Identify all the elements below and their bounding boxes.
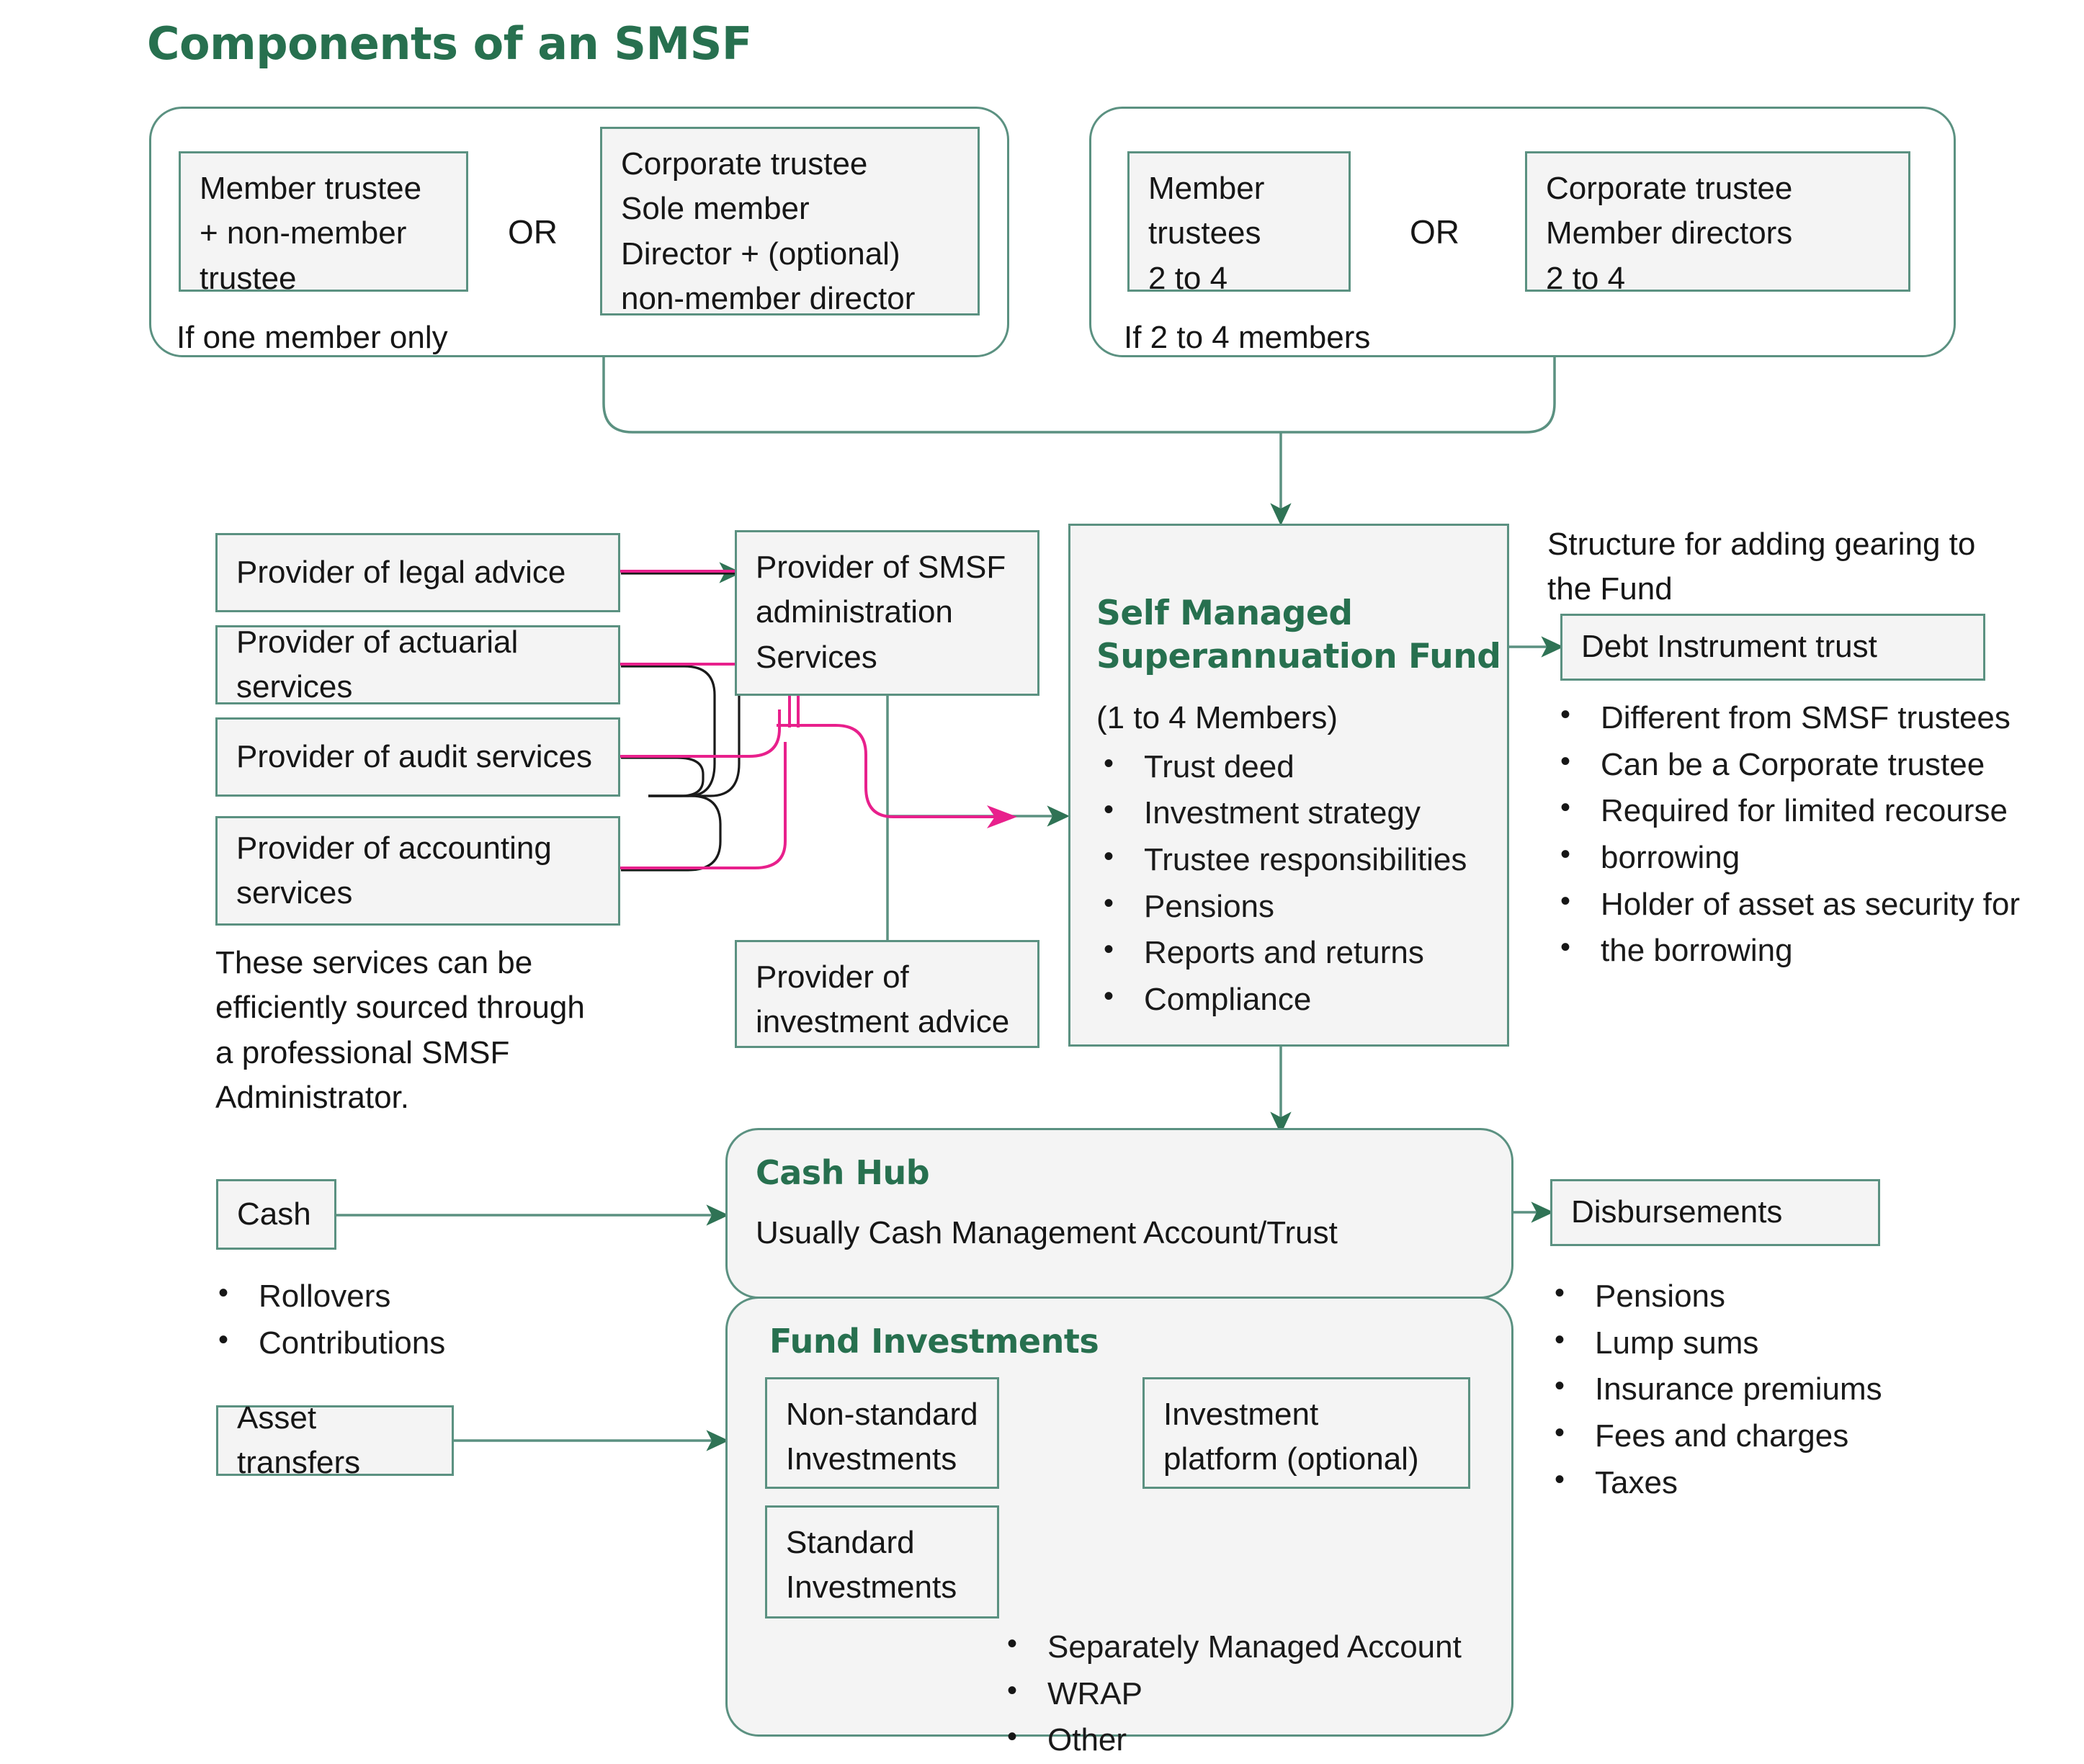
provider-investment-advice-box[interactable]: Provider of investment advice <box>735 940 1039 1048</box>
disbursements-box[interactable]: Disbursements <box>1550 1179 1880 1246</box>
smsf-fund-box[interactable]: Self Managed Superannuation Fund (1 to 4… <box>1068 524 1509 1047</box>
smsf-title: Self Managed Superannuation Fund <box>1096 594 1501 677</box>
provider-audit-services-box[interactable]: Provider of audit services <box>215 717 620 797</box>
list-item: Can be a Corporate trustee <box>1547 740 2066 789</box>
disbursements-list: Pensions Lump sums Insurance premiums Fe… <box>1542 1272 2046 1507</box>
list-item: Insurance premiums <box>1542 1365 2046 1413</box>
providers-note: These services can be efficiently source… <box>215 945 585 1116</box>
smsf-feature-list: Trust deed Investment strategy Trustee r… <box>1091 743 1507 1024</box>
cash-hub-panel[interactable]: Cash Hub Usually Cash Management Account… <box>725 1128 1513 1299</box>
option-member-trustee-box[interactable]: Member trustee + non-member trustee <box>179 151 468 296</box>
list-item: Lump sums <box>1542 1319 2046 1367</box>
list-item: Pensions <box>1542 1272 2046 1320</box>
list-item: borrowing <box>1547 833 2066 882</box>
list-item: Reports and returns <box>1091 928 1507 977</box>
list-item: Required for limited recourse <box>1547 787 2066 835</box>
debt-instrument-trust-box[interactable]: Debt Instrument trust <box>1560 614 1985 681</box>
list-item: Rollovers <box>205 1272 580 1320</box>
cash-hub-title: Cash Hub <box>756 1153 930 1192</box>
list-item: Trust deed <box>1091 743 1507 791</box>
list-item: Pensions <box>1091 882 1507 931</box>
platform-options-list: Separately Managed Account WRAP Other <box>994 1623 1513 1764</box>
list-item: Different from SMSF trustees <box>1547 694 2066 742</box>
investment-platform-box[interactable]: Investment platform (optional) <box>1142 1377 1470 1489</box>
page-title: Components of an SMSF <box>147 17 752 70</box>
non-standard-investments-box[interactable]: Non-standard Investments <box>765 1377 999 1489</box>
provider-actuarial-services-box[interactable]: Provider of actuarial services <box>215 624 620 704</box>
fund-investments-title: Fund Investments <box>769 1322 1099 1361</box>
list-item: WRAP <box>994 1670 1513 1718</box>
option-corporate-member-directors-box[interactable]: Corporate trustee Member directors 2 to … <box>1525 151 1910 296</box>
cash-hub-subtitle: Usually Cash Management Account/Trust <box>756 1215 1338 1250</box>
smsf-subtitle: (1 to 4 Members) <box>1096 700 1338 736</box>
list-item: Contributions <box>205 1319 580 1367</box>
provider-accounting-services-box[interactable]: Provider of accounting services <box>215 816 620 926</box>
list-item: Fees and charges <box>1542 1412 2046 1460</box>
list-item: Holder of asset as security for <box>1547 880 2066 928</box>
option-corporate-trustee-box[interactable]: Corporate trustee Sole member Director +… <box>600 127 980 316</box>
list-item: Taxes <box>1542 1459 2046 1507</box>
gearing-list: Different from SMSF trustees Can be a Co… <box>1547 694 2066 975</box>
or-label-group-one: OR <box>508 213 558 251</box>
cash-box[interactable]: Cash <box>216 1179 336 1250</box>
asset-transfers-box[interactable]: Asset transfers <box>216 1400 454 1480</box>
trustee-group-one-caption: If one member only <box>176 320 448 355</box>
option-member-trustees-2to4-box[interactable]: Member trustees 2 to 4 <box>1127 151 1351 296</box>
standard-investments-box[interactable]: Standard Investments <box>765 1505 999 1619</box>
list-item: Investment strategy <box>1091 789 1507 837</box>
list-item: Compliance <box>1091 975 1507 1024</box>
provider-legal-advice-box[interactable]: Provider of legal advice <box>215 533 620 612</box>
or-label-group-two: OR <box>1410 213 1459 251</box>
provider-smsf-administration-box[interactable]: Provider of SMSF administration Services <box>735 530 1039 696</box>
list-item: Separately Managed Account <box>994 1623 1513 1671</box>
list-item: Other <box>994 1716 1513 1764</box>
list-item: the borrowing <box>1547 926 2066 975</box>
cash-inflow-list: Rollovers Contributions <box>205 1272 580 1367</box>
trustee-group-multi-caption: If 2 to 4 members <box>1124 320 1371 355</box>
gearing-note: Structure for adding gearing to the Fund <box>1547 527 1976 607</box>
list-item: Trustee responsibilities <box>1091 836 1507 884</box>
